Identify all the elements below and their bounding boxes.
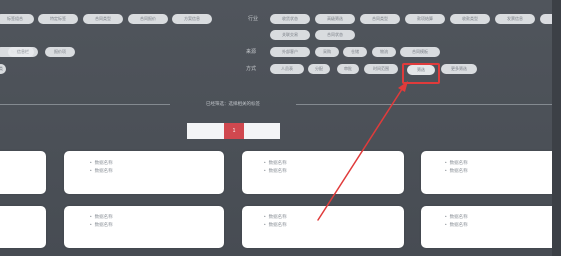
arrow-line bbox=[317, 85, 405, 221]
scrollbar[interactable] bbox=[552, 0, 561, 256]
arrowhead bbox=[398, 81, 408, 92]
annotation-arrow bbox=[317, 81, 408, 221]
screenshot-stage: 标签组合 特定标签 合同类型 合同报价 方案信息 标签 信息栏 报价项 类 行业… bbox=[0, 0, 561, 256]
